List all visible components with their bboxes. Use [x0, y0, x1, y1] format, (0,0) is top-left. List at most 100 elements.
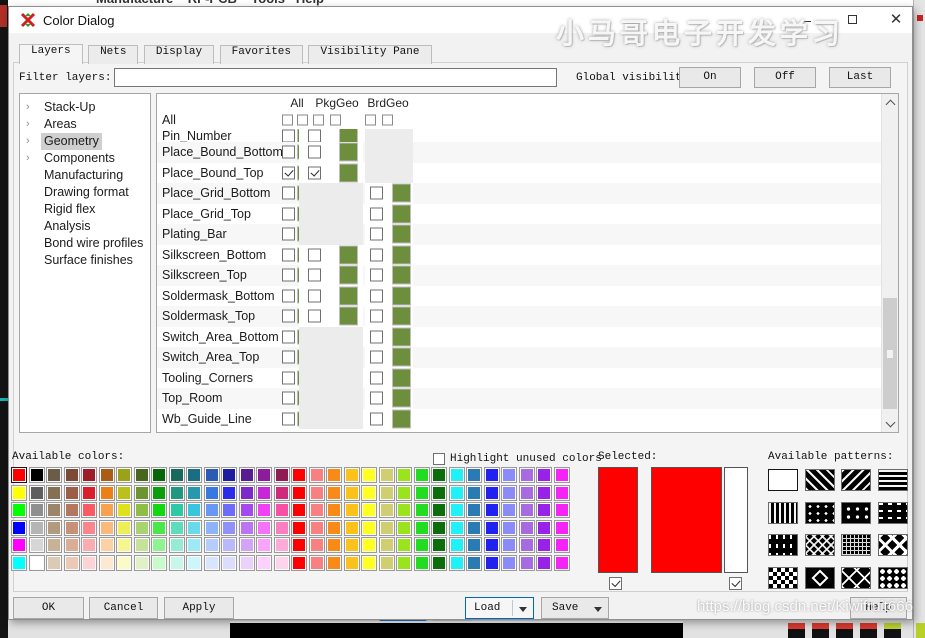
palette-color-swatch[interactable]	[343, 502, 360, 518]
pattern-swatch-triangles[interactable]	[804, 501, 835, 524]
selected-swatch-checkbox[interactable]	[729, 577, 742, 590]
pattern-swatch-solid[interactable]	[768, 469, 798, 491]
selected-color-swatch[interactable]	[598, 467, 638, 573]
palette-color-swatch[interactable]	[98, 554, 115, 571]
palette-color-swatch[interactable]	[553, 467, 570, 483]
layer-color-swatch[interactable]	[339, 163, 358, 183]
palette-color-swatch[interactable]	[133, 519, 150, 536]
tab-display[interactable]: Display	[143, 45, 215, 64]
global-last-button[interactable]: Last	[829, 67, 891, 88]
palette-color-swatch[interactable]	[448, 467, 465, 483]
palette-color-swatch[interactable]	[256, 554, 272, 571]
palette-color-swatch[interactable]	[273, 467, 290, 483]
palette-color-swatch[interactable]	[238, 554, 255, 571]
filter-layers-input[interactable]	[114, 68, 557, 87]
palette-color-swatch[interactable]	[308, 484, 325, 501]
palette-color-swatch[interactable]	[378, 484, 395, 501]
palette-color-swatch[interactable]	[361, 554, 377, 571]
palette-color-swatch[interactable]	[518, 537, 535, 553]
palette-color-swatch[interactable]	[186, 519, 202, 536]
palette-color-swatch[interactable]	[326, 467, 342, 483]
pattern-swatch-dots[interactable]	[877, 566, 908, 589]
selected-color-swatch[interactable]	[724, 467, 748, 573]
layer-color-swatch[interactable]	[392, 409, 411, 429]
palette-color-swatch[interactable]	[63, 554, 80, 571]
layer-color-swatch[interactable]	[339, 245, 358, 265]
palette-color-swatch[interactable]	[221, 537, 237, 553]
layer-color-swatch[interactable]	[392, 327, 411, 347]
palette-color-swatch[interactable]	[413, 467, 430, 483]
palette-color-swatch[interactable]	[203, 467, 220, 483]
tree-item-geometry[interactable]: › Geometry	[20, 133, 150, 150]
palette-color-swatch[interactable]	[273, 484, 290, 501]
palette-color-swatch[interactable]	[81, 554, 97, 571]
pattern-swatch-crosses[interactable]	[841, 501, 872, 524]
layer-color-swatch[interactable]	[339, 306, 358, 326]
all-visibility-checkbox[interactable]	[282, 371, 295, 385]
palette-color-swatch[interactable]	[326, 502, 342, 518]
pkg-visibility-checkbox[interactable]	[308, 129, 321, 142]
palette-color-swatch[interactable]	[396, 554, 412, 571]
palette-color-swatch[interactable]	[116, 519, 132, 536]
palette-color-swatch[interactable]	[203, 484, 220, 501]
palette-color-swatch[interactable]	[221, 467, 237, 483]
layer-color-swatch[interactable]	[392, 183, 411, 203]
all-row-checkbox[interactable]	[330, 114, 341, 126]
palette-color-swatch[interactable]	[378, 502, 395, 518]
load-button[interactable]: Load	[465, 597, 534, 619]
palette-color-swatch[interactable]	[501, 554, 517, 571]
palette-color-swatch[interactable]	[11, 519, 27, 536]
palette-color-swatch[interactable]	[431, 484, 447, 501]
brd-visibility-checkbox[interactable]	[370, 350, 383, 364]
layer-color-swatch[interactable]	[392, 265, 411, 285]
global-off-button[interactable]: Off	[754, 67, 816, 88]
palette-color-swatch[interactable]	[536, 467, 552, 483]
palette-color-swatch[interactable]	[168, 467, 185, 483]
palette-color-swatch[interactable]	[273, 519, 290, 536]
layer-color-swatch[interactable]	[339, 286, 358, 306]
pattern-swatch-diamond-x[interactable]	[841, 566, 872, 589]
pattern-swatch-v-stripes[interactable]	[768, 501, 798, 524]
pkg-visibility-checkbox[interactable]	[308, 268, 321, 282]
tab-nets[interactable]: Nets	[88, 45, 139, 64]
highlight-unused-checkbox[interactable]	[433, 453, 445, 465]
palette-color-swatch[interactable]	[291, 537, 307, 553]
all-row-checkbox[interactable]	[297, 114, 308, 126]
load-dropdown-icon[interactable]	[519, 607, 527, 616]
palette-color-swatch[interactable]	[186, 537, 202, 553]
chevron-right-icon[interactable]: ›	[26, 116, 30, 133]
tree-item-bond-wire-profiles[interactable]: Bond wire profiles	[20, 235, 150, 252]
tree-item-drawing-format[interactable]: Drawing format	[20, 184, 150, 201]
palette-color-swatch[interactable]	[238, 537, 255, 553]
palette-color-swatch[interactable]	[98, 519, 115, 536]
tree-item-components[interactable]: › Components	[20, 150, 150, 167]
palette-color-swatch[interactable]	[133, 554, 150, 571]
palette-color-swatch[interactable]	[151, 519, 167, 536]
pkg-visibility-checkbox[interactable]	[308, 309, 321, 323]
save-dropdown-icon[interactable]	[594, 607, 602, 616]
palette-color-swatch[interactable]	[536, 484, 552, 501]
palette-color-swatch[interactable]	[186, 484, 202, 501]
pattern-swatch-diamond-check[interactable]	[877, 534, 908, 556]
palette-color-swatch[interactable]	[98, 502, 115, 518]
pkg-visibility-checkbox[interactable]	[308, 289, 321, 303]
palette-color-swatch[interactable]	[28, 484, 45, 501]
palette-color-swatch[interactable]	[483, 484, 500, 501]
palette-color-swatch[interactable]	[343, 467, 360, 483]
palette-color-swatch[interactable]	[98, 484, 115, 501]
palette-color-swatch[interactable]	[483, 519, 500, 536]
palette-color-swatch[interactable]	[28, 502, 45, 518]
all-visibility-checkbox[interactable]	[282, 350, 295, 364]
palette-color-swatch[interactable]	[518, 519, 535, 536]
palette-color-swatch[interactable]	[133, 502, 150, 518]
palette-color-swatch[interactable]	[98, 467, 115, 483]
chevron-right-icon[interactable]: ›	[26, 150, 30, 167]
palette-color-swatch[interactable]	[536, 554, 552, 571]
palette-color-swatch[interactable]	[256, 484, 272, 501]
layer-color-swatch[interactable]	[392, 368, 411, 388]
layer-color-swatch[interactable]	[392, 347, 411, 367]
palette-color-swatch[interactable]	[448, 519, 465, 536]
palette-color-swatch[interactable]	[483, 467, 500, 483]
save-button[interactable]: Save	[541, 597, 609, 619]
pattern-swatch-diamond[interactable]	[804, 566, 835, 589]
